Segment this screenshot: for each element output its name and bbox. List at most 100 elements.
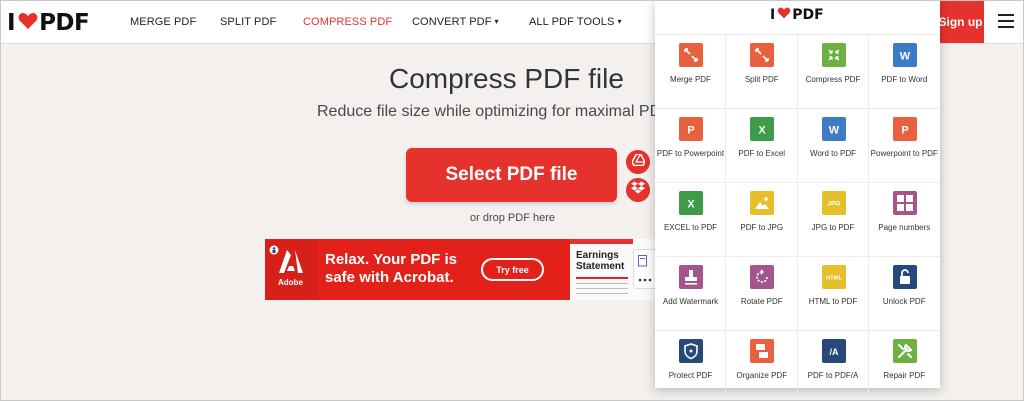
nav-convert-label: CONVERT PDF	[412, 16, 492, 28]
merge-icon	[679, 43, 703, 67]
more-dots-icon	[638, 278, 652, 282]
svg-text:X: X	[687, 199, 695, 211]
tool-item-rotate-pdf[interactable]: Rotate PDF	[726, 257, 798, 330]
heart-icon	[18, 10, 38, 36]
google-drive-button[interactable]	[626, 150, 650, 174]
ilovepdf-logo[interactable]: I PDF	[7, 10, 90, 36]
tool-item-repair-pdf[interactable]: Repair PDF	[869, 331, 940, 400]
nav-convert-pdf[interactable]: CONVERT PDF ▾	[412, 16, 499, 28]
tool-label: PDF to Excel	[738, 149, 786, 158]
tool-label: EXCEL to PDF	[663, 223, 718, 232]
excel-icon: X	[750, 117, 775, 141]
ad-headline: Relax. Your PDF is safe with Acrobat.	[325, 251, 457, 286]
tool-label: Split PDF	[744, 75, 779, 84]
word-icon: W	[821, 117, 846, 141]
tools-grid: Merge PDF Split PDF Compress PDF W PDF to Wo…	[655, 34, 940, 400]
compress-icon	[821, 43, 846, 67]
nav-compress-pdf[interactable]: COMPRESS PDF	[303, 16, 392, 28]
svg-text:P: P	[687, 125, 694, 137]
nav-all-pdf-tools[interactable]: ALL PDF TOOLS ▾	[529, 16, 622, 28]
tool-item-protect-pdf[interactable]: Protect PDF	[655, 331, 727, 400]
tool-label: HTML to PDF	[808, 297, 858, 306]
ad-doc-line	[576, 293, 628, 294]
tool-label: Powerpoint to PDF	[870, 149, 938, 158]
select-pdf-button[interactable]: Select PDF file	[406, 148, 617, 202]
tool-label: Protect PDF	[668, 371, 713, 380]
logo-text-pdf: PDF	[792, 7, 824, 23]
tool-item-pdf-to-powerpoint[interactable]: P PDF to Powerpoint	[655, 109, 727, 182]
unlock-icon	[892, 265, 917, 289]
excel-icon: X	[679, 191, 703, 215]
tool-item-pdf-to-excel[interactable]: X PDF to Excel	[726, 109, 798, 182]
ad-doc-header-stripe	[570, 239, 633, 244]
caret-down-icon: ▾	[494, 17, 499, 26]
powerpoint-icon: P	[892, 117, 917, 141]
svg-text:JPG: JPG	[827, 201, 840, 208]
tool-label: Organize PDF	[736, 371, 788, 380]
svg-text:HTML: HTML	[825, 276, 842, 282]
organize-icon	[750, 339, 775, 363]
ad-document-preview: Earnings Statement	[570, 239, 657, 300]
tool-item-html-to-pdf[interactable]: HTML HTML to PDF	[798, 257, 869, 330]
jpg-icon: JPG	[821, 191, 846, 215]
tool-item-powerpoint-to-pdf[interactable]: P Powerpoint to PDF	[869, 109, 940, 182]
svg-text:P: P	[901, 125, 908, 137]
page-numbers-icon	[892, 191, 917, 215]
tool-item-compress-pdf[interactable]: Compress PDF	[798, 35, 869, 108]
tool-item-page-numbers[interactable]: Page numbers	[869, 183, 940, 256]
dropdown-logo[interactable]: I PDF	[770, 7, 824, 23]
hamburger-menu-icon[interactable]	[998, 14, 1014, 28]
tool-item-pdf-to-word[interactable]: W PDF to Word	[869, 35, 940, 108]
pdfa-icon: /A	[821, 339, 846, 363]
page-title: Compress PDF file	[389, 63, 624, 94]
dropbox-icon	[631, 181, 645, 199]
svg-text:W: W	[828, 125, 839, 137]
rotate-icon	[750, 265, 775, 289]
stamp-icon	[679, 265, 703, 289]
split-icon	[750, 43, 775, 67]
ad-try-free-button[interactable]: Try free	[481, 258, 544, 281]
logo-letter-i: I	[7, 10, 16, 36]
drop-hint: or drop PDF here	[470, 212, 555, 224]
nav-split-pdf[interactable]: SPLIT PDF	[220, 16, 276, 28]
svg-text:W: W	[900, 51, 911, 63]
acrobat-ad-banner[interactable]: Adobe Relax. Your PDF is safe with Acrob…	[265, 239, 657, 300]
tool-label: Repair PDF	[883, 371, 926, 380]
ad-logo-block: Adobe	[265, 239, 318, 300]
html-icon: HTML	[821, 265, 846, 289]
tool-label: PDF to JPG	[740, 223, 784, 232]
all-tools-dropdown: I PDF Merge PDF Split PDF Compress PDF W PDF…	[655, 1, 940, 400]
tool-label: Word to PDF	[809, 149, 857, 158]
tool-label: PDF to PDF/A	[807, 371, 859, 380]
tool-item-organize-pdf[interactable]: Organize PDF	[726, 331, 798, 400]
dropbox-button[interactable]	[626, 178, 650, 202]
tool-item-pdf-to-pdf-a[interactable]: /A PDF to PDF/A	[798, 331, 869, 400]
tool-item-word-to-pdf[interactable]: W Word to PDF	[798, 109, 869, 182]
word-icon: W	[892, 43, 917, 67]
caret-down-icon: ▾	[617, 17, 622, 26]
ad-doc-title: Earnings Statement	[576, 250, 625, 272]
tool-label: Add Watermark	[662, 297, 719, 306]
ad-doc-sign-chip	[633, 249, 657, 289]
signup-button[interactable]: Sign up	[937, 1, 984, 43]
logo-text-pdf: PDF	[39, 10, 90, 36]
ad-doc-line	[576, 277, 628, 279]
tools-row: Add Watermark Rotate PDF HTML HTML to PDF Un…	[655, 256, 940, 330]
tool-item-excel-to-pdf[interactable]: X EXCEL to PDF	[655, 183, 727, 256]
nav-merge-pdf[interactable]: MERGE PDF	[130, 16, 196, 28]
logo-letter-i: I	[770, 7, 776, 23]
tool-item-add-watermark[interactable]: Add Watermark	[655, 257, 727, 330]
tool-item-merge-pdf[interactable]: Merge PDF	[655, 35, 727, 108]
browser-frame: I PDF MERGE PDF SPLIT PDF COMPRESS PDF C…	[0, 0, 1024, 401]
tool-item-split-pdf[interactable]: Split PDF	[726, 35, 798, 108]
svg-text:X: X	[759, 125, 767, 137]
tool-item-pdf-to-jpg[interactable]: PDF to JPG	[726, 183, 798, 256]
tool-label: Page numbers	[878, 223, 931, 232]
tool-label: Compress PDF	[805, 75, 861, 84]
tools-row: Merge PDF Split PDF Compress PDF W PDF to Wo…	[655, 34, 940, 108]
tool-item-unlock-pdf[interactable]: Unlock PDF	[869, 257, 940, 330]
tool-item-jpg-to-pdf[interactable]: JPG JPG to PDF	[798, 183, 869, 256]
svg-text:/A: /A	[829, 347, 839, 357]
page-subtitle: Reduce file size while optimizing for ma…	[317, 103, 671, 120]
ad-doc-line	[576, 288, 628, 289]
